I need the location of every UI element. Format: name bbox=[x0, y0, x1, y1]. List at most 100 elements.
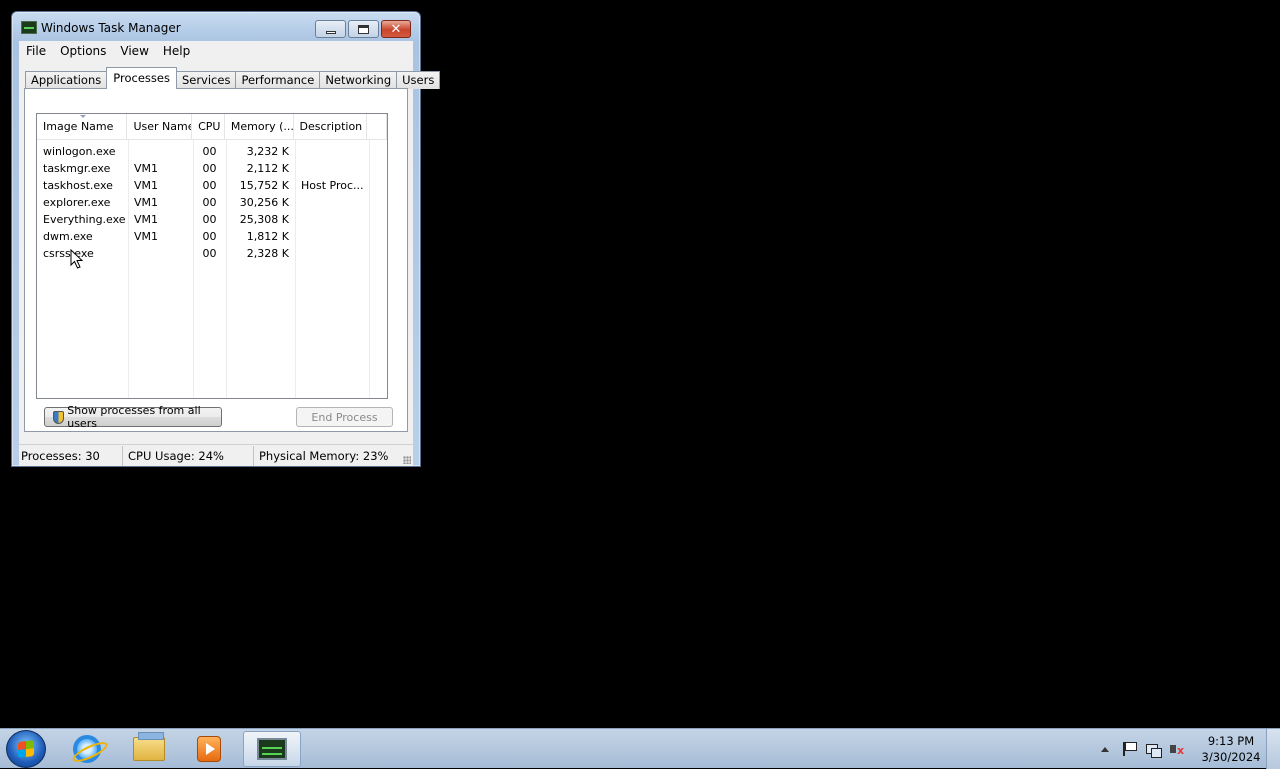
system-tray: 9:13 PM 3/30/2024 bbox=[1097, 729, 1265, 769]
cell-image-name: taskmgr.exe bbox=[43, 162, 111, 175]
menu-bar: File Options View Help bbox=[19, 41, 413, 61]
cell-cpu: 00 bbox=[202, 230, 217, 243]
cell-description bbox=[295, 211, 369, 228]
cell-memory: 2,112 K bbox=[246, 162, 289, 175]
cell-memory: 2,328 K bbox=[246, 247, 289, 260]
table-row[interactable]: winlogon.exe 00 3,232 K bbox=[37, 143, 387, 160]
cell-description: Host Proc... bbox=[301, 179, 364, 192]
cell-memory: 15,752 K bbox=[239, 179, 289, 192]
maximize-button[interactable] bbox=[348, 20, 379, 38]
cell-image-name: dwm.exe bbox=[43, 230, 93, 243]
tab-networking[interactable]: Networking bbox=[319, 71, 398, 89]
cell-memory: 3,232 K bbox=[246, 145, 289, 158]
internet-explorer-icon bbox=[73, 735, 101, 763]
cell-user-name bbox=[128, 245, 193, 262]
cell-user-name: VM1 bbox=[134, 196, 159, 209]
menu-file[interactable]: File bbox=[19, 44, 53, 58]
sort-arrow-icon bbox=[80, 115, 86, 118]
cell-memory: 25,308 K bbox=[239, 213, 289, 226]
cell-description bbox=[295, 194, 369, 211]
clock-time: 9:13 PM bbox=[1207, 734, 1255, 748]
close-icon: ✕ bbox=[390, 21, 402, 37]
cell-cpu: 00 bbox=[202, 145, 217, 158]
task-manager-window: Windows Task Manager ✕ File Options View… bbox=[11, 11, 441, 467]
maximize-icon bbox=[358, 24, 369, 34]
end-process-button[interactable]: End Process bbox=[296, 407, 393, 427]
column-image-name-label: Image Name bbox=[43, 120, 114, 133]
action-center-flag-icon[interactable] bbox=[1121, 741, 1137, 757]
table-row[interactable]: csrss.exe 00 2,328 K bbox=[37, 245, 387, 262]
clock[interactable]: 9:13 PM 3/30/2024 bbox=[1197, 733, 1265, 765]
volume-muted-icon[interactable] bbox=[1169, 741, 1185, 757]
show-desktop-button[interactable] bbox=[1266, 729, 1280, 769]
clock-date: 3/30/2024 bbox=[1201, 750, 1261, 764]
tab-performance[interactable]: Performance bbox=[235, 71, 321, 89]
cell-cpu: 00 bbox=[202, 179, 217, 192]
column-description[interactable]: Description bbox=[294, 114, 368, 140]
uac-shield-icon bbox=[53, 410, 65, 424]
column-cpu[interactable]: CPU bbox=[192, 114, 225, 140]
task-manager-icon bbox=[21, 21, 37, 34]
folder-icon bbox=[133, 732, 165, 761]
status-cpu-usage: CPU Usage: 24% bbox=[123, 445, 254, 466]
cell-memory: 30,256 K bbox=[239, 196, 289, 209]
media-player-icon bbox=[197, 736, 221, 762]
cell-image-name: taskhost.exe bbox=[43, 179, 113, 192]
tab-services[interactable]: Services bbox=[175, 71, 237, 89]
show-all-processes-button[interactable]: Show processes from all users bbox=[44, 404, 222, 430]
column-image-name[interactable]: Image Name bbox=[37, 114, 128, 140]
cell-user-name: VM1 bbox=[134, 179, 159, 192]
tab-strip: Applications Processes Services Performa… bbox=[25, 67, 441, 89]
taskbar: 9:13 PM 3/30/2024 bbox=[0, 728, 1280, 769]
menu-options[interactable]: Options bbox=[53, 44, 113, 58]
mouse-cursor-icon bbox=[70, 249, 84, 269]
start-button[interactable] bbox=[6, 730, 46, 768]
taskbar-internet-explorer[interactable] bbox=[58, 731, 116, 767]
taskbar-windows-explorer[interactable] bbox=[120, 731, 178, 767]
tab-processes[interactable]: Processes bbox=[106, 67, 177, 89]
table-row[interactable]: taskmgr.exe VM1 00 2,112 K bbox=[37, 160, 387, 177]
cell-memory: 1,812 K bbox=[246, 230, 289, 243]
status-physical-memory: Physical Memory: 23% bbox=[259, 448, 389, 463]
cell-user-name: VM1 bbox=[134, 230, 159, 243]
cell-description bbox=[295, 245, 369, 262]
table-row[interactable]: dwm.exe VM1 00 1,812 K bbox=[37, 228, 387, 245]
cell-description bbox=[295, 143, 369, 160]
taskbar-task-manager[interactable] bbox=[243, 731, 301, 767]
cell-image-name: Everything.exe bbox=[43, 213, 126, 226]
table-row[interactable]: taskhost.exe VM1 00 15,752 K Host Proc... bbox=[37, 177, 387, 194]
taskbar-media-player[interactable] bbox=[180, 731, 238, 767]
menu-view[interactable]: View bbox=[113, 44, 155, 58]
window-title: Windows Task Manager bbox=[41, 21, 181, 35]
tab-applications[interactable]: Applications bbox=[25, 71, 108, 89]
status-processes: Processes: 30 bbox=[19, 445, 123, 466]
cell-cpu: 00 bbox=[202, 162, 217, 175]
minimize-icon bbox=[325, 30, 336, 34]
minimize-button[interactable] bbox=[315, 20, 346, 38]
column-memory[interactable]: Memory (... bbox=[225, 114, 294, 140]
process-list[interactable]: Image Name User Name CPU Memory (... Des… bbox=[36, 113, 388, 399]
close-button[interactable]: ✕ bbox=[381, 20, 411, 38]
tab-users[interactable]: Users bbox=[396, 71, 441, 89]
status-bar: Processes: 30 CPU Usage: 24% Physical Me… bbox=[19, 444, 413, 466]
cell-user-name: VM1 bbox=[134, 213, 159, 226]
show-hidden-icons-icon[interactable] bbox=[1101, 746, 1109, 752]
process-list-header: Image Name User Name CPU Memory (... Des… bbox=[37, 114, 387, 140]
table-row[interactable]: Everything.exe VM1 00 25,308 K bbox=[37, 211, 387, 228]
cell-cpu: 00 bbox=[202, 247, 217, 260]
title-bar[interactable]: Windows Task Manager ✕ bbox=[12, 12, 420, 42]
column-spacer bbox=[367, 114, 387, 140]
cell-image-name: explorer.exe bbox=[43, 196, 111, 209]
cell-description bbox=[295, 228, 369, 245]
task-manager-icon bbox=[257, 738, 287, 760]
network-icon[interactable] bbox=[1145, 741, 1162, 758]
show-all-processes-label: Show processes from all users bbox=[67, 404, 201, 430]
table-row[interactable]: explorer.exe VM1 00 30,256 K bbox=[37, 194, 387, 211]
cell-user-name: VM1 bbox=[134, 162, 159, 175]
resize-grip[interactable] bbox=[403, 456, 411, 464]
menu-help[interactable]: Help bbox=[156, 44, 197, 58]
cell-description bbox=[295, 160, 369, 177]
cell-cpu: 00 bbox=[202, 213, 217, 226]
column-user-name[interactable]: User Name bbox=[127, 114, 193, 140]
cell-user-name bbox=[128, 143, 193, 160]
